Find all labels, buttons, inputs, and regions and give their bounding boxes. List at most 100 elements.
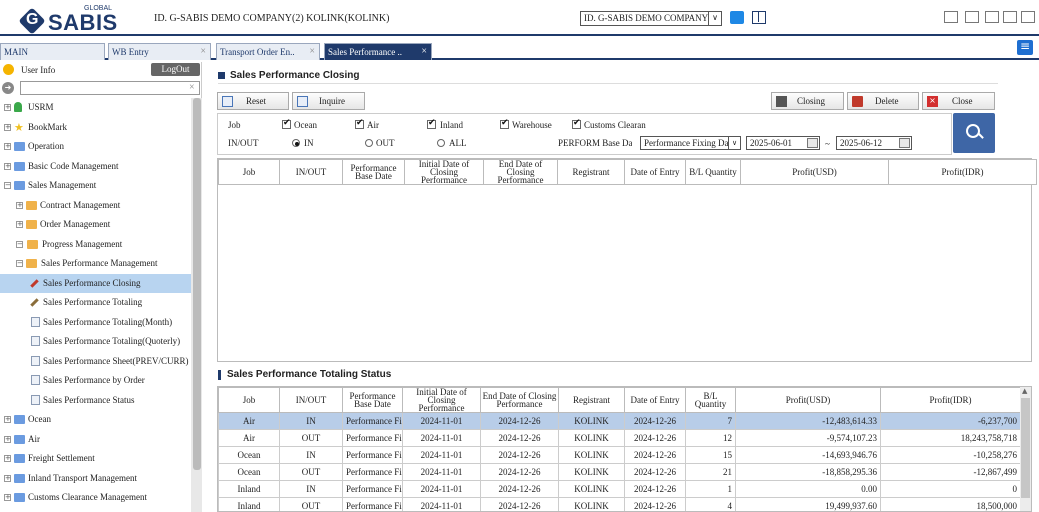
menu-item-sales-performance-closing[interactable]: Sales Performance Closing bbox=[0, 273, 191, 293]
scrollbar-thumb[interactable] bbox=[1021, 398, 1030, 498]
col-header[interactable]: End Date of Closing Performance bbox=[483, 159, 558, 185]
window-minimize-icon[interactable] bbox=[985, 11, 999, 23]
closing-button[interactable]: Closing bbox=[771, 92, 844, 110]
menu-item-sales-performance-management[interactable]: − Sales Performance Management bbox=[0, 254, 191, 273]
gsabis-logo[interactable]: G GLOBAL SABIS bbox=[18, 5, 120, 35]
tab-wb-entry[interactable]: WB Entry × bbox=[108, 43, 211, 60]
inland-checkbox[interactable] bbox=[427, 118, 436, 129]
tab-transport-order[interactable]: Transport Order En.. × bbox=[216, 43, 320, 60]
col-header[interactable]: Registrant bbox=[558, 387, 625, 413]
col-header[interactable]: Initial Date of Closing Performance bbox=[404, 159, 484, 185]
table-row[interactable]: Air OUT Performance Fix 2024-11-01 2024-12-2… bbox=[218, 429, 1021, 447]
col-header[interactable]: Job bbox=[218, 387, 280, 413]
scroll-up-icon[interactable]: ▲ bbox=[1022, 387, 1027, 395]
user-info-label[interactable]: User Info bbox=[21, 65, 55, 75]
out-radio[interactable] bbox=[365, 139, 373, 147]
menu-item-contract[interactable]: + Contract Management bbox=[0, 196, 191, 215]
reset-button[interactable]: Reset bbox=[217, 92, 289, 110]
clear-icon[interactable]: × bbox=[189, 82, 195, 93]
ocean-checkbox[interactable] bbox=[282, 118, 291, 129]
table-row[interactable]: Ocean IN Performance Fix 2024-11-01 2024-12-… bbox=[218, 446, 1021, 464]
air-checkbox[interactable] bbox=[355, 118, 364, 129]
menu-item-progress[interactable]: − Progress Management bbox=[0, 235, 191, 254]
status-grid-scrollbar[interactable]: ▲ bbox=[1020, 387, 1031, 511]
menu-item-totaling-month[interactable]: Sales Performance Totaling(Month) bbox=[0, 313, 191, 332]
calendar-icon[interactable] bbox=[807, 138, 818, 148]
col-header[interactable]: IN/OUT bbox=[279, 159, 343, 185]
logout-button[interactable]: LogOut bbox=[151, 63, 200, 76]
menu-item-sales-management[interactable]: − Sales Management bbox=[0, 176, 191, 195]
menu-item-customs-clearance[interactable]: + Customs Clearance Management bbox=[0, 488, 191, 507]
tab-sales-performance[interactable]: Sales Performance .. × bbox=[324, 43, 432, 60]
expand-icon[interactable]: + bbox=[4, 104, 11, 111]
col-header[interactable]: Profit(USD) bbox=[740, 159, 889, 185]
window-cascade-icon[interactable] bbox=[944, 11, 958, 23]
close-icon[interactable]: × bbox=[200, 44, 206, 60]
expand-icon[interactable]: + bbox=[4, 416, 11, 423]
table-row[interactable]: Air IN Performance Fix 2024-11-01 2024-12-26… bbox=[218, 412, 1021, 430]
collapse-icon[interactable]: − bbox=[4, 182, 11, 189]
menu-item-totaling-quarterly[interactable]: Sales Performance Totaling(Quoterly) bbox=[0, 332, 191, 351]
expand-icon[interactable]: + bbox=[16, 221, 23, 228]
base-date-select[interactable]: Performance Fixing Da ∨ bbox=[640, 136, 741, 150]
col-header[interactable]: Job bbox=[218, 159, 280, 185]
menu-item-sales-performance-totaling[interactable]: Sales Performance Totaling bbox=[0, 293, 191, 312]
expand-icon[interactable]: + bbox=[4, 474, 11, 482]
col-header[interactable]: Registrant bbox=[557, 159, 625, 185]
close-icon[interactable]: × bbox=[421, 44, 427, 60]
table-row[interactable]: Inland IN Performance Fix 2024-11-01 2024-12… bbox=[218, 480, 1021, 498]
menu-item-freight-settlement[interactable]: + Freight Settlement bbox=[0, 449, 191, 468]
all-radio[interactable] bbox=[437, 139, 445, 147]
menu-item-inland-transport[interactable]: + Inland Transport Management bbox=[0, 469, 191, 488]
settings-icon[interactable] bbox=[1021, 11, 1035, 23]
date-from-input[interactable]: 2025-06-01 bbox=[746, 136, 820, 150]
menu-item-performance-status[interactable]: Sales Performance Status bbox=[0, 391, 191, 410]
sidebar-scrollbar[interactable] bbox=[191, 98, 202, 512]
menu-item-ocean[interactable]: + Ocean bbox=[0, 410, 191, 429]
col-header[interactable]: B/L Quantity bbox=[685, 387, 736, 413]
close-button[interactable]: × Close bbox=[922, 92, 995, 110]
in-radio[interactable] bbox=[292, 139, 300, 147]
customs-checkbox[interactable] bbox=[572, 118, 581, 129]
table-row[interactable]: Inland OUT Performance Fix 2024-11-01 2024-1… bbox=[218, 497, 1021, 511]
menu-item-performance-by-order[interactable]: Sales Performance by Order bbox=[0, 371, 191, 390]
window-split-icon[interactable] bbox=[1003, 11, 1017, 23]
collapse-icon[interactable]: − bbox=[16, 260, 23, 267]
expand-icon[interactable]: + bbox=[4, 143, 11, 150]
delete-button[interactable]: Delete bbox=[847, 92, 919, 110]
chat-icon[interactable] bbox=[730, 11, 744, 24]
expand-icon[interactable]: + bbox=[4, 494, 11, 501]
menu-item-basic-code[interactable]: + Basic Code Management bbox=[0, 157, 191, 176]
col-header[interactable]: Profit(IDR) bbox=[888, 159, 1037, 185]
warehouse-checkbox[interactable] bbox=[500, 118, 509, 129]
col-header[interactable]: Performance Base Date bbox=[342, 387, 403, 413]
col-header[interactable]: Performance Base Date bbox=[342, 159, 405, 185]
search-button[interactable] bbox=[953, 113, 995, 153]
expand-icon[interactable]: + bbox=[4, 162, 11, 170]
menu-item-performance-sheet[interactable]: Sales Performance Sheet(PREV/CURR) bbox=[0, 352, 191, 371]
scrollbar-thumb[interactable] bbox=[193, 98, 201, 470]
menu-item-air[interactable]: + Air bbox=[0, 430, 191, 449]
date-to-input[interactable]: 2025-06-12 bbox=[836, 136, 912, 150]
expand-icon[interactable]: + bbox=[16, 201, 23, 209]
col-header[interactable]: Profit(USD) bbox=[735, 387, 881, 413]
menu-item-bookmark[interactable]: + ★ BookMark bbox=[0, 118, 191, 137]
expand-icon[interactable]: + bbox=[4, 455, 11, 462]
col-header[interactable]: B/L Quantity bbox=[685, 159, 741, 185]
book-icon[interactable] bbox=[752, 11, 766, 24]
col-header[interactable]: End Date of Closing Performance bbox=[480, 387, 559, 413]
tab-main[interactable]: MAIN bbox=[0, 43, 105, 60]
close-icon[interactable]: × bbox=[309, 44, 315, 60]
col-header[interactable]: Profit(IDR) bbox=[880, 387, 1021, 413]
col-header[interactable]: IN/OUT bbox=[279, 387, 343, 413]
table-row[interactable]: Ocean OUT Performance Fix 2024-11-01 2024-12… bbox=[218, 463, 1021, 481]
menu-item-operation[interactable]: + Operation bbox=[0, 137, 191, 156]
menu-item-order[interactable]: + Order Management bbox=[0, 215, 191, 234]
col-header[interactable]: Initial Date of Closing Performance bbox=[402, 387, 481, 413]
col-header[interactable]: Date of Entry bbox=[624, 159, 686, 185]
collapse-icon[interactable]: − bbox=[16, 240, 23, 248]
inquire-button[interactable]: Inquire bbox=[292, 92, 365, 110]
tab-menu-button[interactable] bbox=[1017, 39, 1033, 55]
menu-item-usrm[interactable]: + USRM bbox=[0, 98, 191, 117]
arrow-right-icon[interactable]: ➜ bbox=[2, 82, 14, 94]
